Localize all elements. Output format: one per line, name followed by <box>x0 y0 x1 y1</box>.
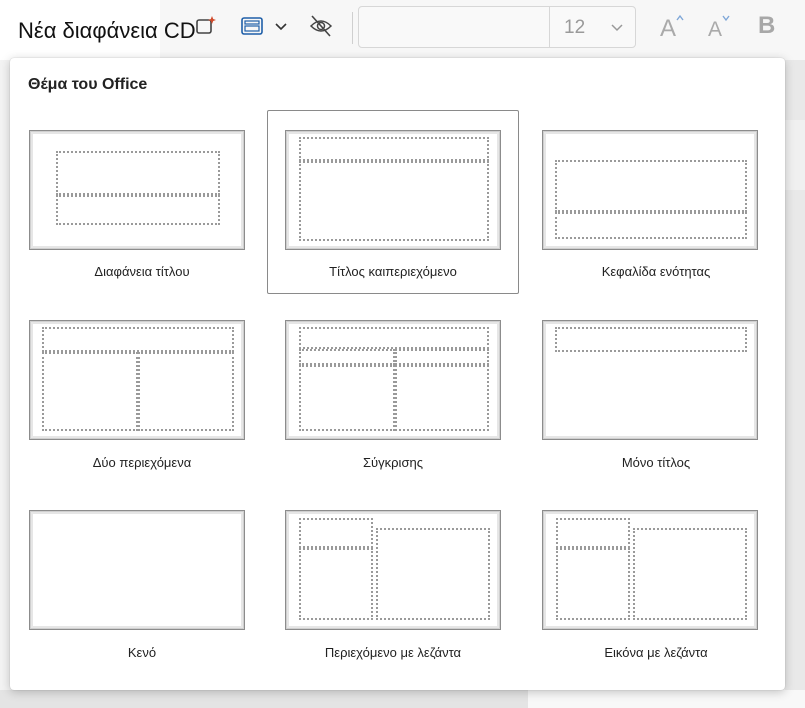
layout-thumbnail <box>285 510 501 630</box>
layout-thumbnail <box>542 320 758 440</box>
layout-label: Διαφάνεια τίτλου <box>94 264 190 279</box>
layout-thumbnail <box>29 130 245 250</box>
chevron-down-icon[interactable] <box>267 12 295 40</box>
new-slide-label[interactable]: Νέα διαφάνεια CD <box>18 18 196 44</box>
left-content-placeholder <box>299 365 395 431</box>
caption-title-placeholder <box>299 518 373 548</box>
text-placeholder <box>555 212 747 239</box>
bottom-right-background <box>528 690 805 708</box>
layout-blank[interactable]: Κενό <box>16 491 268 675</box>
designer-sparkle-icon[interactable] <box>192 12 220 40</box>
grow-font-button[interactable]: A <box>660 12 686 44</box>
bold-button[interactable]: B <box>758 12 775 40</box>
title-placeholder <box>56 151 220 195</box>
layout-label: Τίτλος καιπεριεχόμενο <box>329 264 457 279</box>
caption-text-placeholder <box>299 548 373 620</box>
layout-picture-caption[interactable]: Εικόνα με λεζάντα <box>530 491 782 675</box>
layout-label: Περιεχόμενο με λεζάντα <box>324 645 462 660</box>
right-content-placeholder <box>138 352 234 431</box>
layout-section-header[interactable]: Κεφαλίδα ενότητας <box>530 110 782 294</box>
shrink-font-button[interactable]: A <box>708 12 734 44</box>
title-placeholder <box>42 327 234 352</box>
caption-text-placeholder <box>556 548 630 620</box>
layout-thumbnail <box>542 510 758 630</box>
content-placeholder <box>376 528 490 620</box>
title-placeholder <box>555 327 747 352</box>
layout-label: Κενό <box>127 645 157 660</box>
font-size-value[interactable]: 12 <box>564 17 585 39</box>
font-selector[interactable]: 12 <box>358 6 636 48</box>
ribbon: Νέα διαφάνεια CD 12 A A B <box>0 0 805 60</box>
layout-label: Εικόνα με λεζάντα <box>604 645 708 660</box>
layout-gallery: Θέμα του Office Διαφάνεια τίτλου Τίτλος … <box>10 58 785 690</box>
layout-two-content[interactable]: Δύο περιεχόμενα <box>16 301 268 485</box>
font-box-divider <box>549 7 550 47</box>
layout-thumbnail <box>542 130 758 250</box>
content-placeholder <box>299 161 489 241</box>
layout-thumbnail <box>285 320 501 440</box>
layout-label: Μόνο τίτλος <box>621 455 691 470</box>
title-placeholder <box>299 327 489 349</box>
font-size-chevron-icon[interactable] <box>609 19 625 40</box>
title-placeholder <box>299 137 489 161</box>
layout-title-slide[interactable]: Διαφάνεια τίτλου <box>16 110 268 294</box>
layout-thumbnail <box>29 510 245 630</box>
layout-title-only[interactable]: Μόνο τίτλος <box>530 301 782 485</box>
svg-text:A: A <box>708 18 722 38</box>
left-content-placeholder <box>42 352 138 431</box>
layout-title-content[interactable]: Τίτλος καιπεριεχόμενο <box>267 110 519 294</box>
layout-thumbnail <box>29 320 245 440</box>
layout-content-caption[interactable]: Περιεχόμενο με λεζάντα <box>267 491 519 675</box>
toolbar-separator <box>352 12 353 44</box>
subtitle-placeholder <box>56 195 220 225</box>
caption-title-placeholder <box>556 518 630 548</box>
gallery-heading: Θέμα του Office <box>28 76 148 93</box>
hide-slide-icon[interactable] <box>307 12 335 40</box>
background-panel <box>785 120 805 190</box>
left-heading-placeholder <box>299 349 395 365</box>
svg-text:A: A <box>660 15 676 38</box>
layout-label: Κεφαλίδα ενότητας <box>601 264 711 279</box>
layout-label: Σύγκρισης <box>363 455 423 470</box>
picture-placeholder <box>633 528 747 620</box>
layout-comparison[interactable]: Σύγκρισης <box>267 301 519 485</box>
right-heading-placeholder <box>395 349 489 365</box>
layout-label: Δύο περιεχόμενα <box>92 455 192 470</box>
layout-thumbnail <box>285 130 501 250</box>
right-content-placeholder <box>395 365 489 431</box>
layout-icon[interactable] <box>238 12 266 40</box>
title-placeholder <box>555 160 747 212</box>
